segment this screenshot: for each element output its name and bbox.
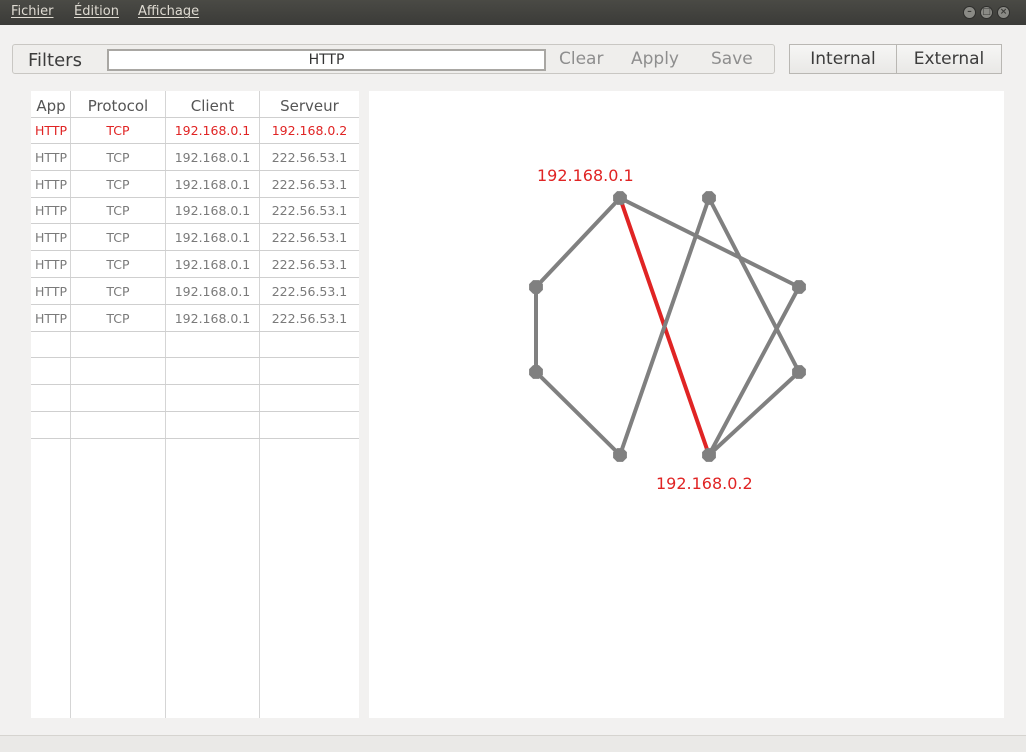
cell-app: HTTP <box>35 310 67 326</box>
column-header-protocol[interactable]: Protocol <box>71 97 165 115</box>
host-node[interactable] <box>792 280 806 294</box>
cell-server: 222.56.53.1 <box>271 149 348 165</box>
cell-server: 222.56.53.1 <box>271 230 348 246</box>
cell-app: HTTP <box>35 230 67 246</box>
menu-edition[interactable]: Édition <box>74 4 119 19</box>
cell-app: HTTP <box>35 257 67 272</box>
cell-protocol: TCP <box>106 176 130 192</box>
cell-protocol: TCP <box>106 310 130 326</box>
table-row[interactable]: HTTP TCP 192.168.0.1 222.56.53.1 <box>31 306 359 332</box>
menu-affichage[interactable]: Affichage <box>138 4 199 19</box>
cell-app: HTTP <box>35 123 67 138</box>
internal-button[interactable]: Internal <box>789 44 897 74</box>
cell-app: HTTP <box>35 176 67 192</box>
connection-edge <box>707 285 801 457</box>
menu-fichier[interactable]: Fichier <box>11 4 54 19</box>
minimize-icon[interactable]: – <box>963 6 976 19</box>
source-node-label: 192.168.0.1 <box>537 166 634 185</box>
table-row[interactable]: HTTP TCP 192.168.0.1 222.56.53.1 <box>31 172 359 198</box>
host-node[interactable] <box>613 448 627 462</box>
connection-edge <box>534 196 622 289</box>
cell-client: 192.168.0.1 <box>174 203 251 219</box>
cell-client: 192.168.0.1 <box>174 257 251 272</box>
maximize-icon[interactable]: □ <box>980 6 993 19</box>
connection-edge <box>707 370 801 457</box>
host-node[interactable] <box>613 191 627 205</box>
save-button[interactable]: Save <box>711 49 753 69</box>
table-row[interactable]: HTTP TCP 192.168.0.1 222.56.53.1 <box>31 145 359 171</box>
cell-protocol: TCP <box>106 230 130 246</box>
connections-table: App Protocol Client Serveur HTTP TCP 192.1… <box>31 91 359 718</box>
target-node-label: 192.168.0.2 <box>656 474 753 493</box>
cell-client: 192.168.0.1 <box>174 176 251 192</box>
cell-protocol: TCP <box>106 203 130 219</box>
cell-app: HTTP <box>35 283 67 299</box>
cell-server: 222.56.53.1 <box>271 203 348 219</box>
connection-edge <box>707 196 801 374</box>
empty-table-row[interactable] <box>31 386 359 412</box>
column-header-app[interactable]: App <box>31 97 71 115</box>
host-node[interactable] <box>702 191 716 205</box>
cell-server: 222.56.53.1 <box>271 257 348 272</box>
empty-table-row[interactable] <box>31 332 359 359</box>
cell-protocol: TCP <box>106 149 130 165</box>
cell-client: 192.168.0.1 <box>174 149 251 165</box>
empty-table-row[interactable] <box>31 359 359 386</box>
view-toggle-group: Internal External <box>789 44 1002 74</box>
host-node[interactable] <box>529 365 543 379</box>
cell-client: 192.168.0.1 <box>174 283 251 299</box>
close-icon[interactable]: × <box>997 6 1010 19</box>
cell-client: 192.168.0.1 <box>174 123 251 138</box>
external-button[interactable]: External <box>896 44 1002 74</box>
column-header-client[interactable]: Client <box>166 97 259 115</box>
connection-edge <box>534 370 622 457</box>
graph-canvas: 192.168.0.1 192.168.0.2 <box>529 166 806 493</box>
host-node[interactable] <box>529 280 543 294</box>
host-node[interactable] <box>792 365 806 379</box>
table-row[interactable]: HTTP TCP 192.168.0.1 222.56.53.1 <box>31 225 359 252</box>
clear-button[interactable]: Clear <box>559 49 603 69</box>
empty-table-row[interactable] <box>31 413 359 439</box>
cell-server: 222.56.53.1 <box>271 310 348 326</box>
cell-server: 222.56.53.1 <box>271 283 348 299</box>
status-bar <box>0 735 1026 752</box>
network-graph: 192.168.0.1 192.168.0.2 <box>369 91 1004 718</box>
apply-button[interactable]: Apply <box>631 49 679 69</box>
table-row[interactable]: HTTP TCP 192.168.0.1 222.56.53.1 <box>31 198 359 225</box>
cell-protocol: TCP <box>106 123 130 138</box>
filters-label: Filters <box>28 50 82 71</box>
filter-input[interactable] <box>107 49 546 71</box>
cell-client: 192.168.0.1 <box>174 230 251 246</box>
cell-server: 192.168.0.2 <box>271 123 348 138</box>
cell-app: HTTP <box>35 203 67 219</box>
host-node[interactable] <box>702 448 716 462</box>
cell-protocol: TCP <box>106 257 130 272</box>
cell-client: 192.168.0.1 <box>174 310 251 326</box>
cell-protocol: TCP <box>106 283 130 299</box>
table-row[interactable]: HTTP TCP 192.168.0.1 192.168.0.2 <box>31 118 359 144</box>
menu-bar: Fichier Édition Affichage – □ × <box>0 0 1026 25</box>
cell-app: HTTP <box>35 149 67 165</box>
table-row[interactable]: HTTP TCP 192.168.0.1 222.56.53.1 <box>31 279 359 305</box>
column-header-serveur[interactable]: Serveur <box>260 97 359 115</box>
table-row[interactable]: HTTP TCP 192.168.0.1 222.56.53.1 <box>31 252 359 278</box>
cell-server: 222.56.53.1 <box>271 176 348 192</box>
